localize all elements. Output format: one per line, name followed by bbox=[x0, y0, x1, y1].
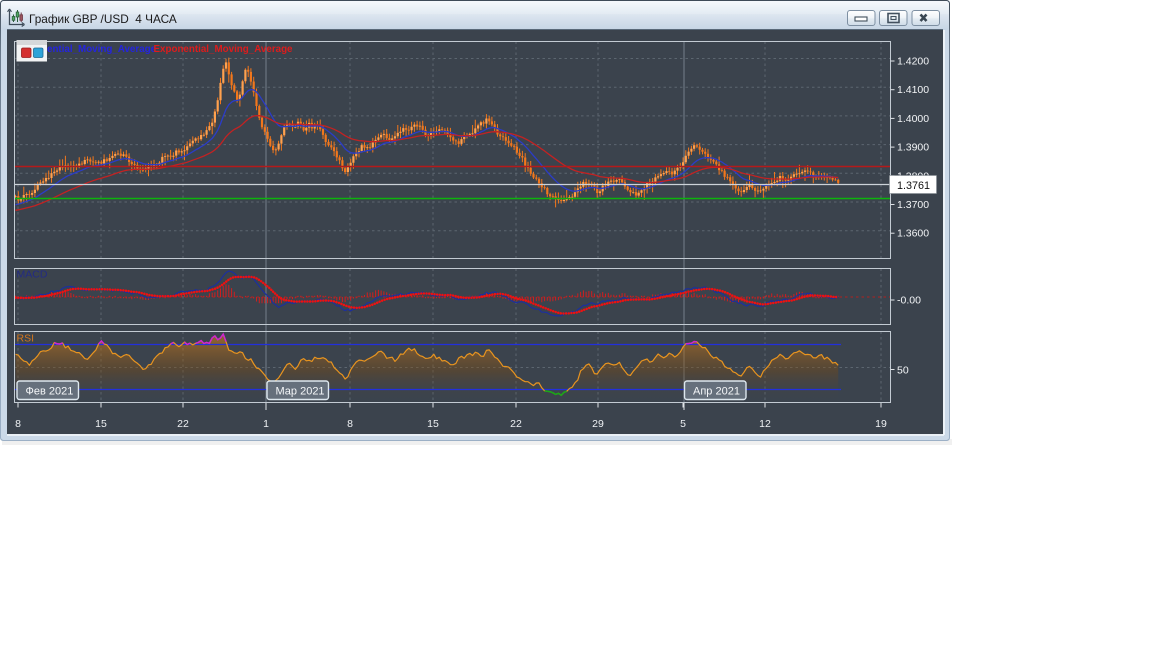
svg-text:5: 5 bbox=[680, 418, 686, 430]
svg-text:ential_Moving_Average: ential_Moving_Average bbox=[47, 44, 157, 55]
svg-text:1.4000: 1.4000 bbox=[897, 113, 929, 125]
svg-text:Фев 2021: Фев 2021 bbox=[26, 386, 74, 398]
svg-text:12: 12 bbox=[759, 418, 771, 430]
svg-text:50: 50 bbox=[897, 365, 909, 377]
svg-text:1.3600: 1.3600 bbox=[897, 228, 929, 240]
svg-text:1.3761: 1.3761 bbox=[897, 180, 930, 192]
svg-text:Exponential_Moving_Average: Exponential_Moving_Average bbox=[154, 44, 294, 55]
svg-text:Мар 2021: Мар 2021 bbox=[276, 386, 325, 398]
svg-text:29: 29 bbox=[592, 418, 604, 430]
svg-text:22: 22 bbox=[510, 418, 522, 430]
svg-text:1: 1 bbox=[263, 418, 269, 430]
svg-text:Апр 2021: Апр 2021 bbox=[693, 386, 740, 398]
svg-text:15: 15 bbox=[427, 418, 439, 430]
svg-text:8: 8 bbox=[15, 418, 21, 430]
svg-text:1.4100: 1.4100 bbox=[897, 84, 929, 96]
svg-text:15: 15 bbox=[95, 418, 107, 430]
svg-text:1.4200: 1.4200 bbox=[897, 56, 929, 68]
svg-text:MACD: MACD bbox=[17, 269, 48, 281]
svg-text:19: 19 bbox=[875, 418, 887, 430]
svg-text:1.3700: 1.3700 bbox=[897, 199, 929, 211]
svg-text:RSI: RSI bbox=[17, 333, 35, 345]
svg-text:График GBP /USD 4 ЧАСА: График GBP /USD 4 ЧАСА bbox=[29, 12, 177, 26]
svg-text:22: 22 bbox=[177, 418, 189, 430]
svg-text:1.3900: 1.3900 bbox=[897, 142, 929, 154]
svg-text:8: 8 bbox=[347, 418, 353, 430]
svg-text:-0.00: -0.00 bbox=[897, 295, 921, 307]
